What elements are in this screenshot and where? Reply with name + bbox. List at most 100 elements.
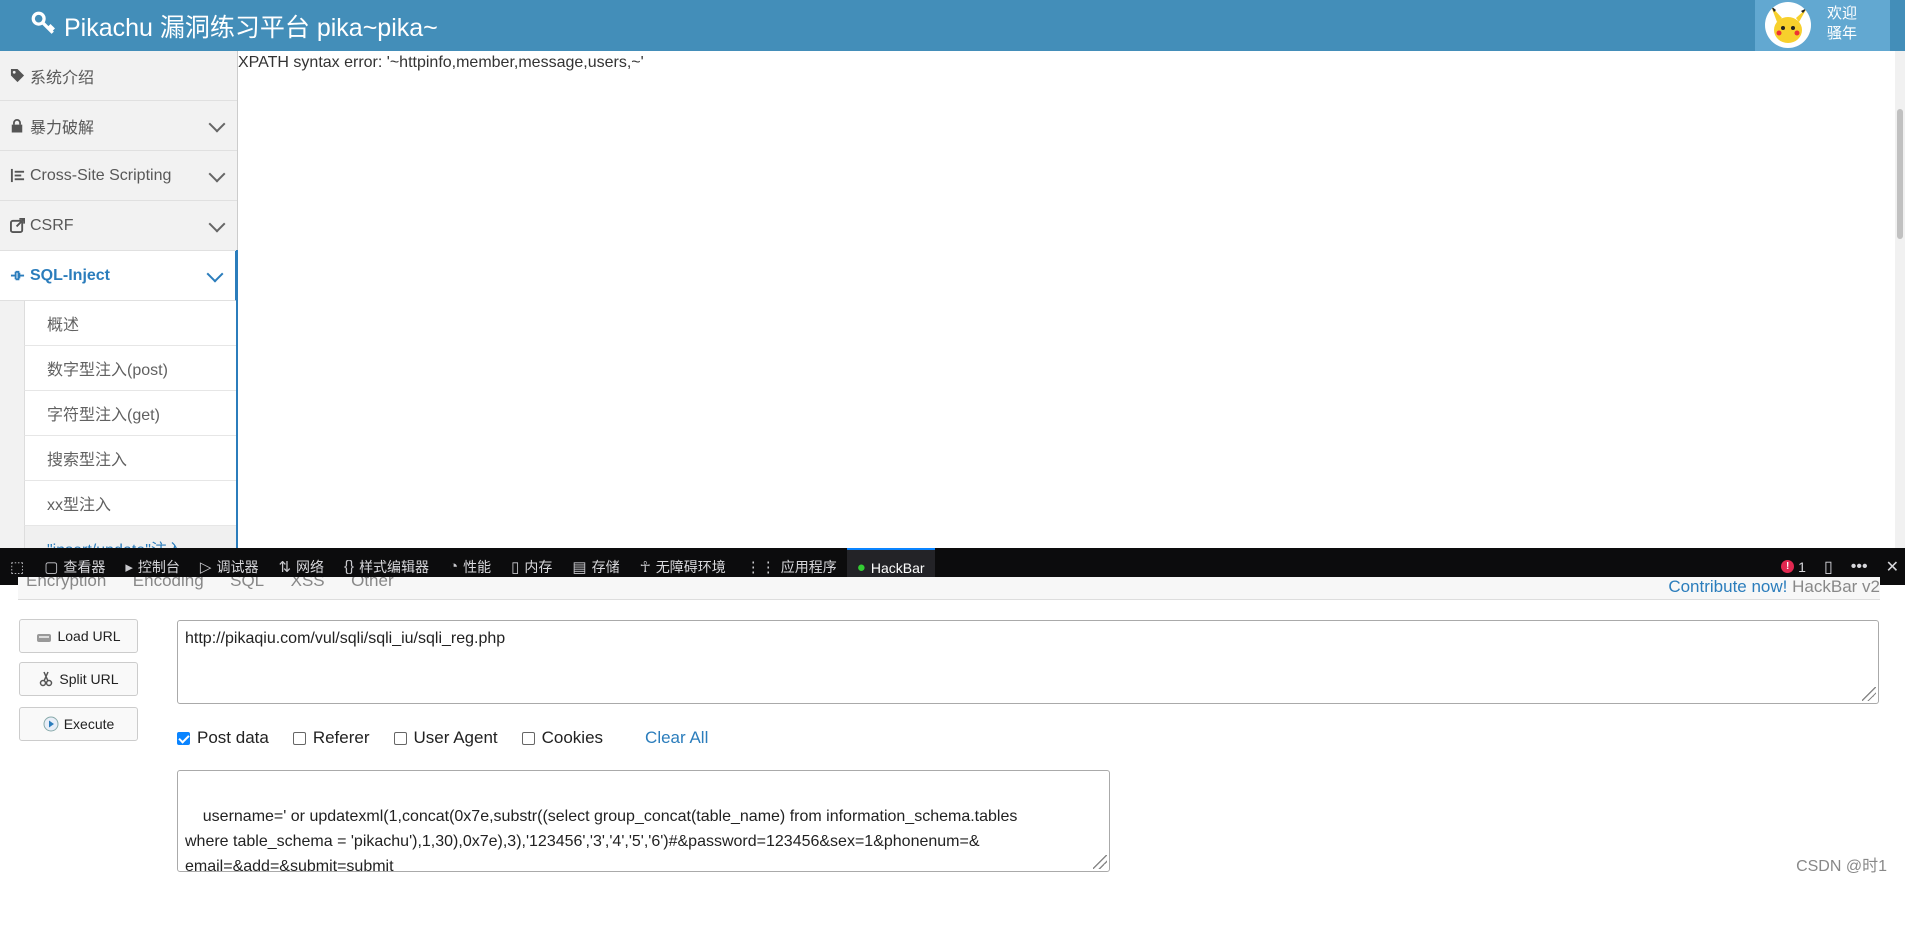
sidebar-item-label: CSRF	[30, 216, 74, 234]
sidebar-item-xss[interactable]: Cross-Site Scripting	[0, 151, 237, 201]
tab-label: 调试器	[216, 558, 259, 575]
play-icon	[43, 716, 59, 732]
referer-checkbox[interactable]: Referer	[292, 728, 370, 748]
sidebar-subitem-search[interactable]: 搜索型注入	[24, 436, 237, 481]
inspector-icon: ▢	[44, 558, 59, 576]
dock-icon[interactable]: ▯	[1824, 557, 1833, 577]
load-url-button[interactable]: Load URL	[19, 619, 138, 653]
share-icon	[8, 217, 26, 235]
hackbar-panel: Encryption Encoding SQL XSS Other Contri…	[0, 577, 1905, 880]
network-icon: ⇅	[278, 558, 292, 576]
chevron-down-icon	[208, 215, 226, 233]
menu-sql[interactable]: SQL	[230, 577, 264, 591]
tag-icon	[8, 67, 26, 85]
chevron-down-icon	[206, 265, 224, 283]
debugger-icon: ▷	[199, 558, 212, 576]
user-menu[interactable]: 欢迎 骚年	[1755, 0, 1890, 51]
hackbar-icon: ●	[856, 559, 866, 576]
list-icon	[8, 167, 26, 185]
menu-encoding[interactable]: Encoding	[133, 577, 204, 591]
sidebar-item-bruteforce[interactable]: 暴力破解	[0, 101, 237, 151]
site-title: Pikachu 漏洞练习平台 pika~pika~	[64, 14, 438, 42]
sidebar-item-label: 暴力破解	[30, 119, 95, 137]
user-agent-checkbox[interactable]: User Agent	[393, 728, 498, 748]
checkbox-label: Post data	[197, 728, 269, 747]
sidebar-active-rail	[236, 250, 238, 548]
sidebar-item-label: 系统介绍	[30, 69, 95, 87]
option-checkboxes: Post data Referer User Agent Cookies Cle…	[177, 728, 708, 748]
checkbox-checked-icon	[177, 731, 190, 745]
username-text: 骚年	[1827, 25, 1858, 42]
pikachu-avatar	[1765, 2, 1811, 48]
menu-other[interactable]: Other	[351, 577, 394, 591]
tab-label: 控制台	[137, 558, 180, 575]
checkbox-label: Cookies	[541, 728, 604, 747]
csdn-watermark: CSDN @时1	[1796, 858, 1887, 875]
post-data-checkbox[interactable]: Post data	[177, 728, 269, 748]
tab-label: 查看器	[63, 558, 106, 575]
contribute-link[interactable]: Contribute now!	[1668, 577, 1787, 596]
tab-label: HackBar	[870, 559, 925, 576]
sidebar-item-sqli[interactable]: SQL-Inject	[0, 251, 237, 301]
post-data-value: username=' or updatexml(1,concat(0x7e,su…	[185, 808, 1018, 875]
post-data-textarea[interactable]: username=' or updatexml(1,concat(0x7e,su…	[177, 770, 1110, 875]
braces-icon: {}	[344, 558, 355, 575]
sidebar-subitem-string-get[interactable]: 字符型注入(get)	[24, 391, 237, 436]
sidebar-item-label: Cross-Site Scripting	[30, 166, 172, 184]
load-icon	[36, 628, 52, 644]
plug-icon	[8, 267, 26, 285]
url-value: http://pikaqiu.com/vul/sqli/sqli_iu/sqli…	[185, 630, 506, 647]
resize-grip-icon[interactable]	[1093, 855, 1107, 869]
sidebar-subitem-insert-update[interactable]: "insert/update"注入	[24, 526, 237, 548]
version-label: HackBar v2	[1792, 577, 1880, 596]
cookies-checkbox[interactable]: Cookies	[521, 728, 604, 748]
key-icon	[30, 10, 56, 43]
lock-icon	[8, 117, 26, 135]
error-count: 1	[1798, 558, 1806, 575]
sidebar-item-intro[interactable]: 系统介绍	[0, 51, 237, 101]
console-icon: ▸	[125, 558, 133, 576]
scrollbar-thumb[interactable]	[1897, 109, 1903, 239]
error-icon: !	[1781, 560, 1795, 573]
sidebar-subitem-xx[interactable]: xx型注入	[24, 481, 237, 526]
checkbox-label: Referer	[312, 728, 370, 747]
tab-label: 存储	[591, 558, 620, 575]
resize-grip-icon[interactable]	[1862, 687, 1876, 701]
scissors-icon	[38, 671, 54, 687]
sidebar-subitem-overview[interactable]: 概述	[24, 301, 237, 346]
tab-label: 样式编辑器	[359, 558, 430, 575]
more-options-icon[interactable]: •••	[1851, 558, 1868, 576]
grid-icon: ⋮⋮	[745, 558, 776, 576]
tab-label: 网络	[296, 558, 325, 575]
menu-encryption[interactable]: Encryption	[26, 577, 106, 591]
split-url-button[interactable]: Split URL	[19, 662, 138, 696]
checkbox-icon	[521, 731, 535, 745]
tab-label: 无障碍环境	[655, 558, 726, 575]
sidebar-item-csrf[interactable]: CSRF	[0, 201, 237, 251]
sidebar-subitem-numeric-post[interactable]: 数字型注入(post)	[24, 346, 237, 391]
storage-icon: ▤	[572, 558, 587, 576]
clear-all-link[interactable]: Clear All	[645, 728, 708, 748]
close-icon[interactable]: ✕	[1886, 557, 1899, 577]
chevron-down-icon	[208, 165, 226, 183]
tab-label: 应用程序	[780, 558, 837, 575]
memory-icon: ▯	[511, 558, 520, 576]
top-navbar: Pikachu 漏洞练习平台 pika~pika~ 欢迎 骚年	[0, 0, 1905, 51]
tab-label: 性能	[463, 558, 492, 575]
button-label: Split URL	[59, 671, 119, 687]
checkbox-icon	[292, 731, 306, 745]
contribute-area: Contribute now! HackBar v2	[1668, 577, 1880, 597]
menu-xss[interactable]: XSS	[291, 577, 325, 591]
url-textarea[interactable]: http://pikaqiu.com/vul/sqli/sqli_iu/sqli…	[177, 620, 1879, 704]
site-brand[interactable]: Pikachu 漏洞练习平台 pika~pika~	[30, 8, 438, 44]
button-label: Load URL	[57, 628, 121, 644]
accessibility-icon: ☥	[639, 558, 651, 576]
chevron-down-icon	[208, 115, 226, 133]
hackbar-menu: Encryption Encoding SQL XSS Other Contri…	[18, 577, 1880, 600]
gauge-icon: ◔	[449, 558, 459, 575]
execute-button[interactable]: Execute	[19, 707, 138, 741]
error-count-badge[interactable]: ! 1	[1781, 559, 1806, 575]
button-label: Execute	[63, 716, 115, 732]
page-scrollbar[interactable]	[1895, 51, 1905, 548]
tab-label: 内存	[524, 558, 553, 575]
